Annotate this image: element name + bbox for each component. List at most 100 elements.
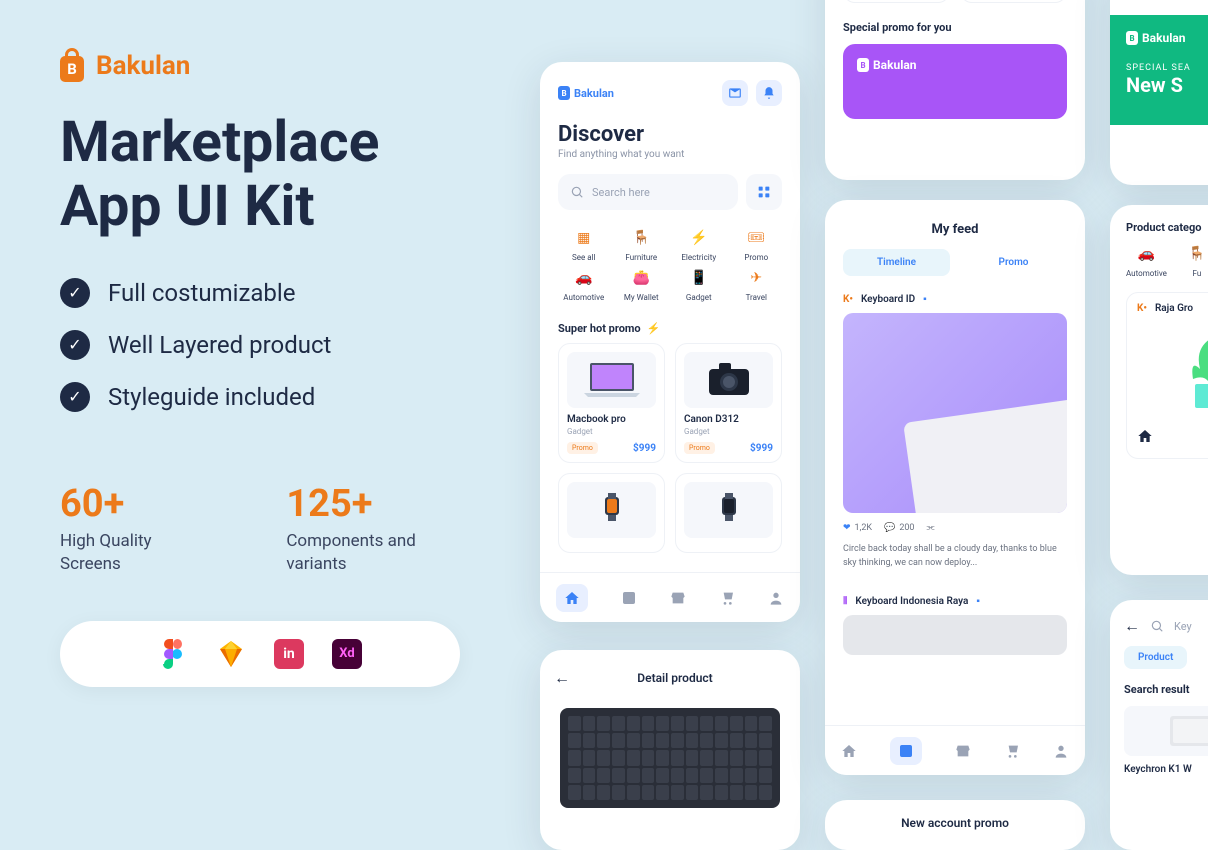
tab-cart[interactable] [1004,743,1020,759]
category-furniture[interactable]: 🪑Furniture [616,228,668,262]
stat-number: 125+ [286,482,480,526]
post-image[interactable] [843,313,1067,513]
search-input[interactable]: Search here [558,174,738,210]
tab-feed[interactable] [621,590,637,606]
post-image[interactable] [843,615,1067,655]
section-title: Product catego [1126,205,1208,244]
feed-post: ⦀Keyboard Indonesia Raya▪ [825,592,1085,659]
store-card[interactable]: K•Raja Gro [1126,292,1208,459]
tab-profile[interactable] [768,590,784,606]
verified-icon: ▪ [976,596,980,607]
tab-bar [825,725,1085,775]
promo-banner[interactable]: BBakulan [843,44,1067,119]
feature-item: ✓ Well Layered product [60,330,480,360]
product-card[interactable]: Keychron Q5 Gadget Promo$999 [843,0,950,3]
tab-product[interactable]: Product [1124,646,1187,669]
section-title: Super hot promo⚡ [540,312,800,343]
feature-list: ✓ Full costumizable ✓ Well Layered produ… [60,278,480,412]
product-image [567,352,656,408]
page-title: Detail product [564,671,786,685]
feature-text: Styleguide included [108,383,315,411]
stat: 60+ High Quality Screens [60,482,216,576]
feature-item: ✓ Styleguide included [60,382,480,412]
category-furniture[interactable]: 🪑Fu [1187,244,1207,278]
search-value[interactable]: Key [1174,620,1192,633]
car-icon: 🚗 [574,268,594,288]
category-automotive[interactable]: 🚗Automotive [558,268,610,302]
tab-feed[interactable] [890,737,922,765]
product-card[interactable]: Macbook pro Gadget Promo$999 [558,343,665,463]
home-icon[interactable] [1137,428,1153,444]
search-icon [1150,619,1164,633]
product-card[interactable]: Keychron K2 Gadget Promo$999 [960,0,1067,3]
category-promo[interactable]: 🎟Promo [731,228,783,262]
product-name: Canon D312 [684,414,773,425]
category-electricity[interactable]: ⚡Electricity [673,228,725,262]
share-button[interactable]: ⫘ [927,523,935,533]
screen-discover: BBakulan Discover Find anything what you… [540,62,800,622]
page-title: My feed [825,200,1085,249]
grid-icon: ▦ [574,228,594,248]
product-category: Gadget [684,427,773,436]
product-image [560,708,780,808]
brand-logo: B Bakulan [60,50,480,82]
screen-newaccount: New account promo [825,800,1085,850]
tab-cart[interactable] [719,590,735,606]
stats: 60+ High Quality Screens 125+ Components… [60,482,480,576]
post-author[interactable]: K•Keyboard ID▪ [843,294,1067,305]
screen-feed: My feed Timeline Promo K•Keyboard ID▪ ❤1… [825,200,1085,775]
screen-promo-top: Keychron Q5 Gadget Promo$999 Keychron K2… [825,0,1085,180]
invision-icon: in [274,639,304,669]
banner-title: New S [1126,73,1208,97]
product-image [567,482,656,538]
tab-home[interactable] [556,584,588,612]
screen-category: Product catego 🚗Automotive 🪑Fu K•Raja Gr… [1110,205,1208,575]
price: $999 [750,443,773,454]
product-image [1137,324,1208,414]
app-logo[interactable]: BBakulan [558,86,614,100]
device-icon: 📱 [689,268,709,288]
scan-button[interactable] [746,174,782,210]
like-button[interactable]: ❤1,2K [843,523,872,533]
brand-name: Bakulan [96,51,190,81]
category-automotive[interactable]: 🚗Automotive [1126,244,1167,278]
chair-icon: 🪑 [631,228,651,248]
category-gadget[interactable]: 📱Gadget [673,268,725,302]
feature-item: ✓ Full costumizable [60,278,480,308]
product-card[interactable] [675,473,782,553]
tab-home[interactable] [841,743,857,759]
post-author[interactable]: ⦀Keyboard Indonesia Raya▪ [843,596,1067,607]
bell-icon[interactable] [756,80,782,106]
tab-store[interactable] [670,590,686,606]
xd-icon: Xd [332,639,362,669]
back-button[interactable]: ← [1124,616,1140,636]
tab-store[interactable] [955,743,971,759]
product-image[interactable] [1124,706,1208,756]
tab-profile[interactable] [1053,743,1069,759]
product-image [684,352,773,408]
app-logo-text: Bakulan [574,87,614,100]
feed-post: K•Keyboard ID▪ ❤1,2K 💬200 ⫘ Circle back … [825,290,1085,574]
page-title: New account promo [901,816,1009,830]
post-text: Circle back today shall be a cloudy day,… [843,543,1067,570]
feature-text: Well Layered product [108,331,331,359]
page-title: Off [1110,0,1208,15]
offer-banner[interactable]: BBakulan SPECIAL SEA New S [1110,15,1208,125]
screen-offer: Off BBakulan SPECIAL SEA New S [1110,0,1208,185]
product-category: Gadget [567,427,656,436]
feature-text: Full costumizable [108,279,295,307]
mail-icon[interactable] [722,80,748,106]
product-card[interactable] [558,473,665,553]
category-travel[interactable]: ✈Travel [731,268,783,302]
category-grid: ▦See all 🪑Furniture ⚡Electricity 🎟Promo … [540,224,800,312]
banner-logo: BBakulan [857,58,1053,72]
category-seeall[interactable]: ▦See all [558,228,610,262]
category-wallet[interactable]: 👛My Wallet [616,268,668,302]
product-card[interactable]: Canon D312 Gadget Promo$999 [675,343,782,463]
tab-promo[interactable]: Promo [960,249,1067,276]
check-icon: ✓ [60,278,90,308]
verified-icon: ▪ [923,294,927,305]
comment-button[interactable]: 💬200 [884,523,914,533]
tab-timeline[interactable]: Timeline [843,249,950,276]
section-title: Search result [1124,669,1208,706]
